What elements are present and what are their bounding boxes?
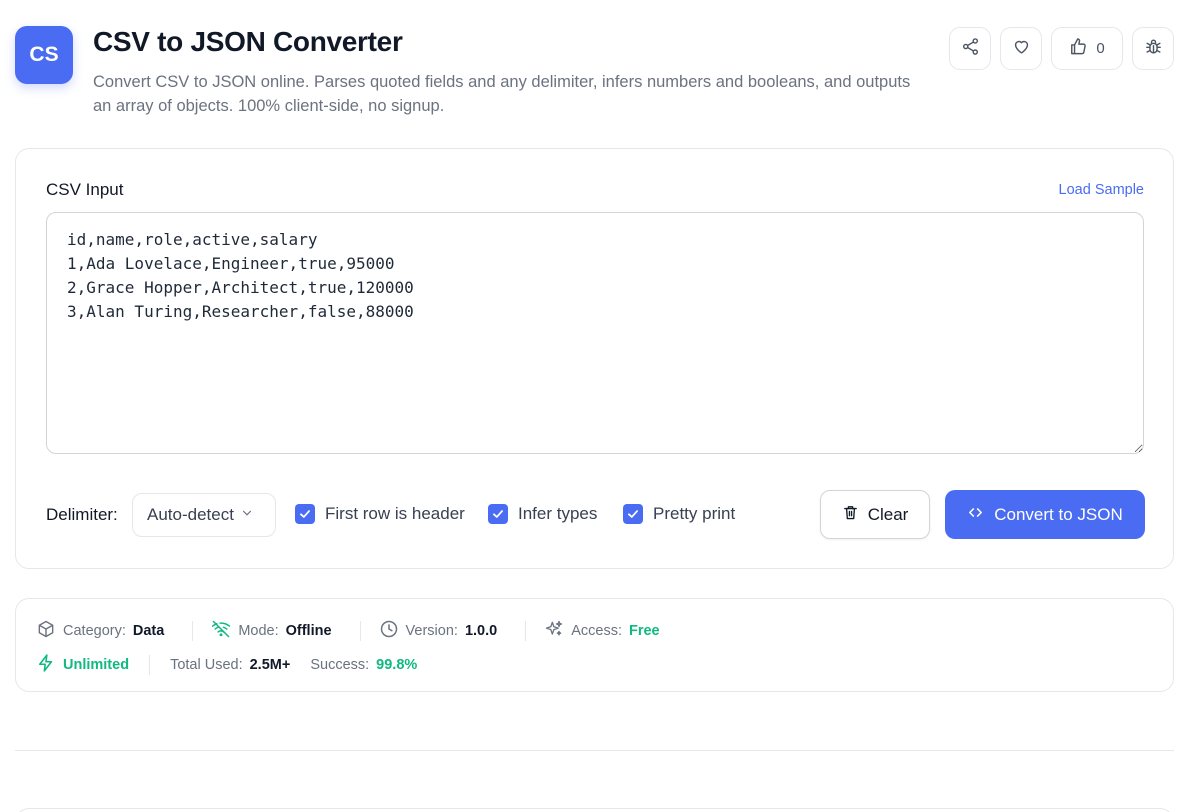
success-label: Success:: [310, 657, 370, 673]
checkbox-checked-icon: [295, 504, 315, 524]
csv-input-textarea[interactable]: id,name,role,active,salary 1,Ada Lovelac…: [46, 212, 1144, 454]
access-value: Free: [628, 623, 660, 639]
converter-card: CSV Input Load Sample id,name,role,activ…: [15, 148, 1174, 569]
page-title: CSV to JSON Converter: [93, 26, 403, 57]
wifi-off-icon: [211, 619, 231, 643]
first-row-header-label: First row is header: [325, 504, 465, 523]
category-label: Category:: [63, 623, 126, 639]
delimiter-select[interactable]: Auto-detect: [132, 493, 276, 537]
heart-icon: [1012, 37, 1031, 60]
share-button[interactable]: [949, 27, 991, 70]
category-value: Data: [132, 623, 165, 639]
like-button[interactable]: 0: [1051, 27, 1123, 70]
divider: [359, 621, 361, 641]
mode-info: Mode: Offline: [211, 619, 332, 643]
load-sample-link[interactable]: Load Sample: [1059, 182, 1144, 198]
page-description: Convert CSV to JSON online. Parses quote…: [93, 73, 911, 115]
csv-input-label: CSV Input: [46, 180, 124, 199]
version-info: Version: 1.0.0: [379, 619, 498, 643]
access-label: Access:: [571, 623, 622, 639]
unlimited-label: Unlimited: [63, 657, 130, 673]
app-logo: CS: [15, 26, 73, 84]
sparkles-icon: [544, 619, 564, 643]
convert-button[interactable]: Convert to JSON: [945, 490, 1145, 539]
pretty-print-checkbox[interactable]: Pretty print: [623, 504, 735, 524]
favorite-button[interactable]: [1000, 27, 1042, 70]
mode-value: Offline: [285, 623, 332, 639]
delimiter-value: Auto-detect: [147, 505, 234, 524]
tool-info-card: Category: Data Mode: Offline Version: 1.…: [15, 598, 1174, 692]
divider: [525, 621, 527, 641]
clear-label: Clear: [867, 504, 909, 524]
box-icon: [36, 619, 56, 643]
lightning-icon: [36, 653, 56, 677]
delimiter-label: Delimiter:: [46, 505, 118, 524]
unlimited-info: Unlimited: [36, 653, 129, 677]
section-divider: [15, 750, 1174, 751]
output-card-edge: [15, 808, 1174, 812]
infer-types-checkbox[interactable]: Infer types: [488, 504, 597, 524]
checkbox-checked-icon: [623, 504, 643, 524]
chevron-down-icon: [240, 505, 254, 525]
first-row-header-checkbox[interactable]: First row is header: [295, 504, 465, 524]
divider: [192, 621, 194, 641]
trash-icon: [842, 504, 859, 526]
pretty-print-label: Pretty print: [653, 504, 736, 523]
bug-icon: [1144, 37, 1163, 60]
convert-label: Convert to JSON: [994, 504, 1123, 524]
access-info: Access: Free: [544, 619, 660, 643]
total-used-info: Total Used: 2.5M+: [170, 657, 290, 673]
clock-icon: [379, 619, 399, 643]
report-bug-button[interactable]: [1132, 27, 1174, 70]
category-info: Category: Data: [36, 619, 164, 643]
thumbs-up-icon: [1069, 37, 1088, 60]
code-icon: [967, 504, 984, 526]
version-value: 1.0.0: [464, 623, 498, 639]
success-value: 99.8%: [376, 657, 418, 673]
divider: [149, 655, 151, 675]
mode-label: Mode:: [238, 623, 279, 639]
share-icon: [961, 37, 980, 60]
checkbox-checked-icon: [488, 504, 508, 524]
clear-button[interactable]: Clear: [820, 490, 930, 539]
total-used-value: 2.5M+: [249, 657, 291, 673]
total-used-label: Total Used:: [170, 657, 243, 673]
infer-types-label: Infer types: [518, 504, 598, 523]
version-label: Version:: [405, 623, 458, 639]
like-count: 0: [1096, 40, 1105, 57]
success-info: Success: 99.8%: [310, 657, 417, 673]
